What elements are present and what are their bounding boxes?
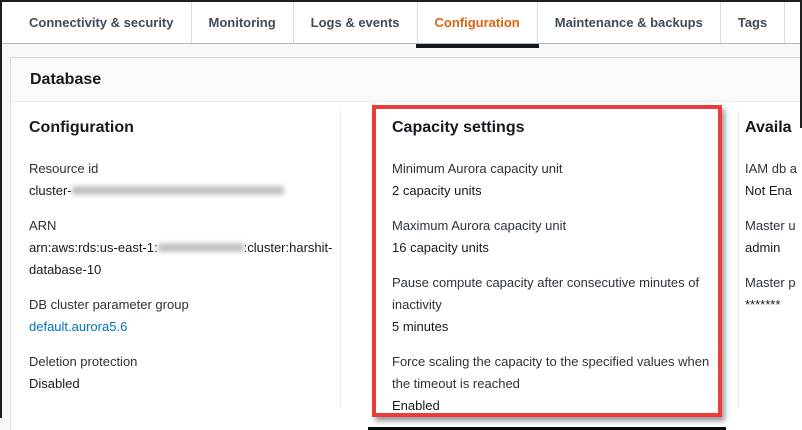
iam-db-auth-value: Not Ena xyxy=(745,180,802,202)
deletion-protection-label: Deletion protection xyxy=(29,351,361,373)
arn-label: ARN xyxy=(29,215,361,237)
minimum-capacity-value: 2 capacity units xyxy=(392,180,724,202)
master-username-value: admin xyxy=(745,237,802,259)
pause-capacity-value: 5 minutes xyxy=(392,316,724,338)
availability-column: Availa IAM db a Not Ena Master u admin M… xyxy=(745,102,802,329)
tab-maintenance-backups[interactable]: Maintenance & backups xyxy=(538,2,721,43)
configuration-column: Configuration Resource id cluster- ARN a… xyxy=(29,102,361,408)
capacity-settings-heading: Capacity settings xyxy=(392,119,724,137)
screenshot-frame: Connectivity & security Monitoring Logs … xyxy=(0,0,802,430)
column-divider xyxy=(738,111,739,408)
database-card: Database Configuration Resource id clust… xyxy=(10,57,802,430)
arn-prefix: arn:aws:rds:us-east-1: xyxy=(29,240,158,255)
tab-connectivity-security[interactable]: Connectivity & security xyxy=(12,2,192,43)
master-username-field: Master u admin xyxy=(745,215,802,259)
database-card-header: Database xyxy=(11,58,802,102)
redacted-blur xyxy=(72,186,284,195)
card-title: Database xyxy=(30,71,101,89)
screenshot-border-top xyxy=(0,0,802,2)
iam-db-auth-label: IAM db a xyxy=(745,158,802,180)
configuration-heading: Configuration xyxy=(29,119,361,137)
resource-id-label: Resource id xyxy=(29,158,361,180)
screenshot-border-left xyxy=(0,0,2,418)
tab-bar: Connectivity & security Monitoring Logs … xyxy=(2,2,800,44)
maximum-capacity-field: Maximum Aurora capacity unit 16 capacity… xyxy=(392,215,724,259)
maximum-capacity-value: 16 capacity units xyxy=(392,237,724,259)
column-divider xyxy=(340,111,341,408)
iam-db-auth-field: IAM db a Not Ena xyxy=(745,158,802,202)
force-scaling-field: Force scaling the capacity to the specif… xyxy=(392,351,724,417)
db-cluster-parameter-group-label: DB cluster parameter group xyxy=(29,294,361,316)
tab-configuration[interactable]: Configuration xyxy=(418,2,538,43)
db-cluster-parameter-group-field: DB cluster parameter group default.auror… xyxy=(29,294,361,338)
deletion-protection-value: Disabled xyxy=(29,373,361,395)
master-password-label: Master p xyxy=(745,272,802,294)
availability-heading: Availa xyxy=(745,119,802,137)
master-password-value: ******* xyxy=(745,294,802,316)
maximum-capacity-label: Maximum Aurora capacity unit xyxy=(392,215,724,237)
resource-id-prefix: cluster- xyxy=(29,183,72,198)
db-cluster-parameter-group-link[interactable]: default.aurora5.6 xyxy=(29,319,127,334)
pause-capacity-field: Pause compute capacity after consecutive… xyxy=(392,272,724,338)
force-scaling-value: Enabled xyxy=(392,395,724,417)
tab-monitoring[interactable]: Monitoring xyxy=(192,2,294,43)
database-card-body: Configuration Resource id cluster- ARN a… xyxy=(11,102,802,430)
minimum-capacity-label: Minimum Aurora capacity unit xyxy=(392,158,724,180)
tab-tags[interactable]: Tags xyxy=(721,2,785,43)
redacted-blur xyxy=(158,243,244,252)
pause-capacity-label: Pause compute capacity after consecutive… xyxy=(392,272,724,316)
master-username-label: Master u xyxy=(745,215,802,237)
minimum-capacity-field: Minimum Aurora capacity unit 2 capacity … xyxy=(392,158,724,202)
tab-logs-events[interactable]: Logs & events xyxy=(294,2,418,43)
capacity-settings-column: Capacity settings Minimum Aurora capacit… xyxy=(392,102,724,430)
arn-value: arn:aws:rds:us-east-1::cluster:harshit- … xyxy=(29,237,361,281)
deletion-protection-field: Deletion protection Disabled xyxy=(29,351,361,395)
force-scaling-label: Force scaling the capacity to the specif… xyxy=(392,351,724,395)
master-password-field: Master p ******* xyxy=(745,272,802,316)
arn-field: ARN arn:aws:rds:us-east-1::cluster:harsh… xyxy=(29,215,361,281)
resource-id-field: Resource id cluster- xyxy=(29,158,361,202)
resource-id-value: cluster- xyxy=(29,180,361,202)
